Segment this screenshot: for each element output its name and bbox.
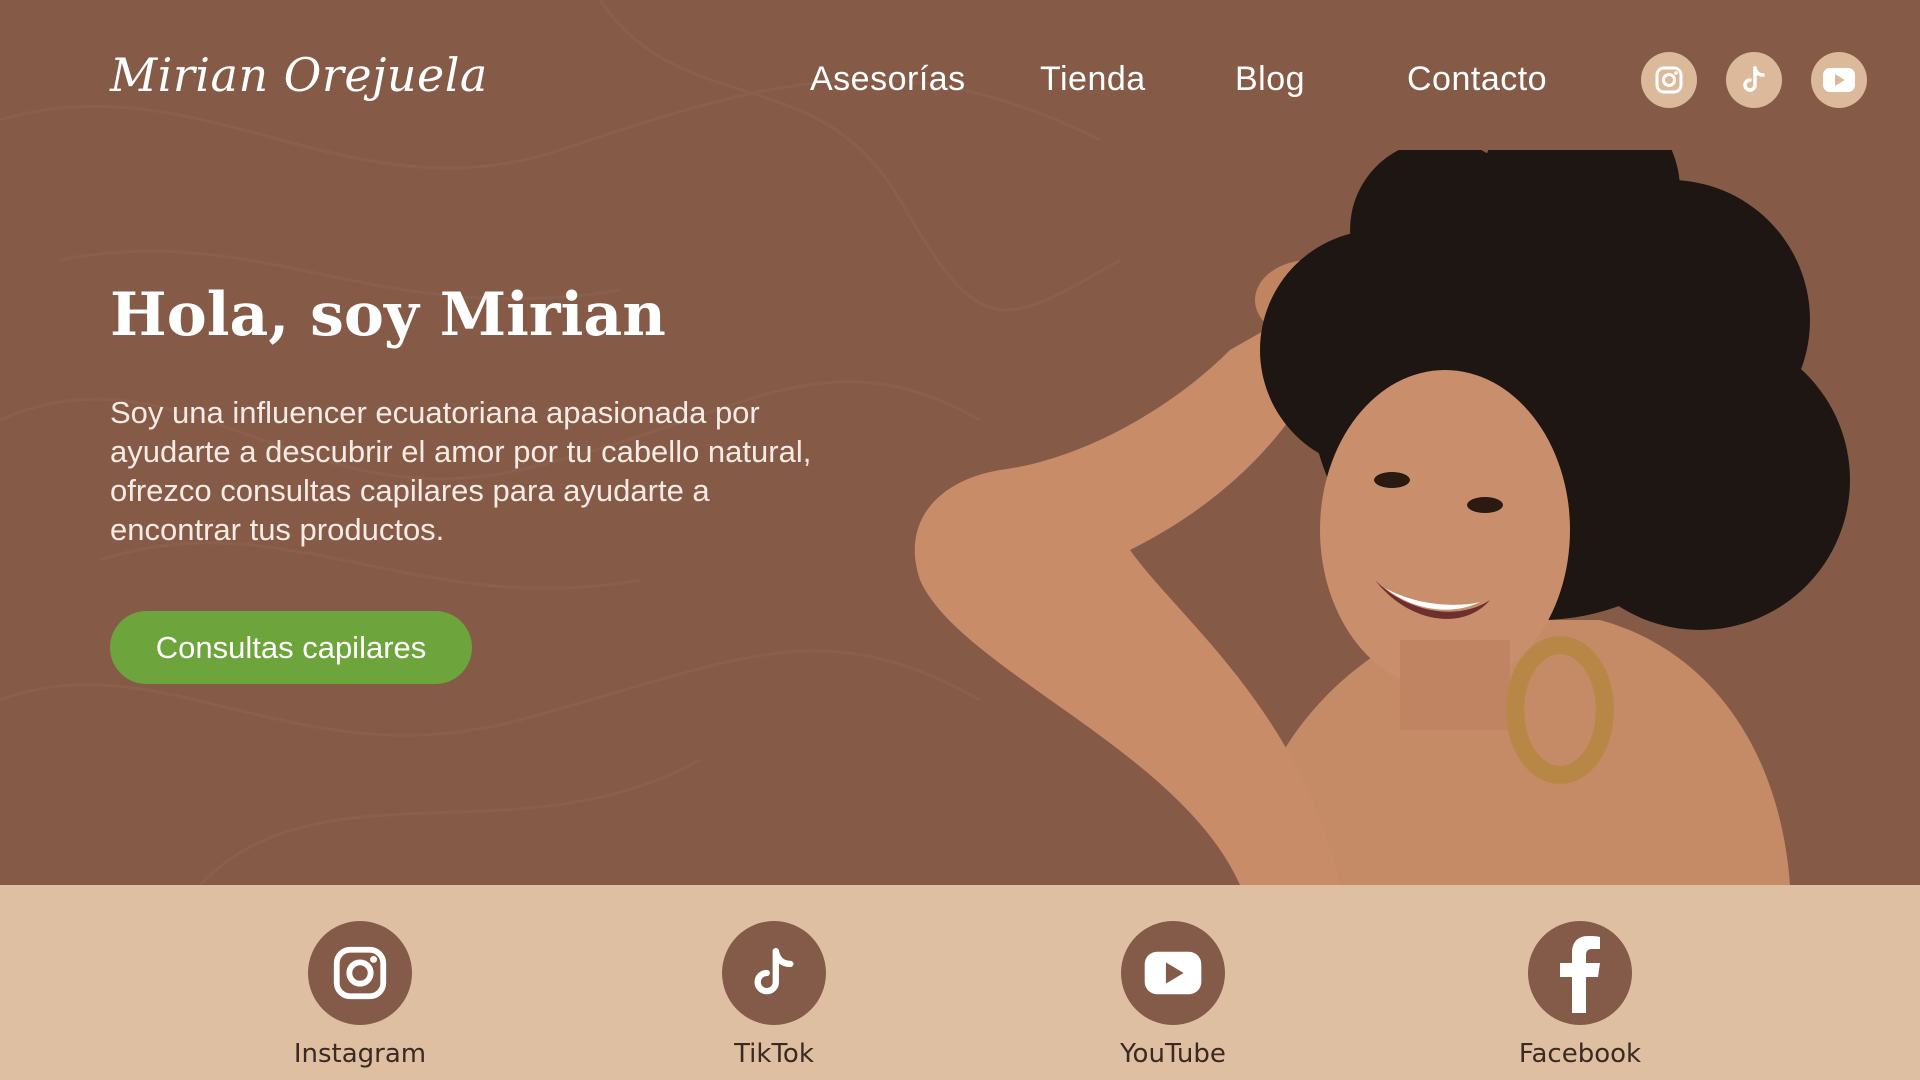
- header-youtube-button[interactable]: [1811, 52, 1867, 108]
- nav-link-asesorias[interactable]: Asesorías: [810, 60, 966, 99]
- instagram-icon: [333, 946, 387, 1000]
- instagram-circle: [308, 921, 412, 1025]
- youtube-icon: [1823, 68, 1855, 92]
- nav-link-contacto[interactable]: Contacto: [1407, 60, 1547, 99]
- header-instagram-button[interactable]: [1641, 52, 1697, 108]
- portrait-image: [914, 150, 1850, 885]
- nav-link-blog[interactable]: Blog: [1235, 60, 1305, 99]
- youtube-circle: [1121, 921, 1225, 1025]
- hero-title: Hola, soy Mirian: [110, 280, 666, 350]
- social-link-instagram[interactable]: Instagram: [260, 885, 460, 1080]
- facebook-circle: [1528, 921, 1632, 1025]
- social-link-youtube[interactable]: YouTube: [1073, 885, 1273, 1080]
- instagram-icon: [1655, 66, 1683, 94]
- social-link-tiktok[interactable]: TikTok: [674, 885, 874, 1080]
- tiktok-circle: [722, 921, 826, 1025]
- social-label-instagram: Instagram: [293, 1039, 427, 1069]
- brand-logo[interactable]: Mirian Orejuela: [110, 48, 488, 102]
- social-label-tiktok: TikTok: [734, 1039, 814, 1069]
- hero-section: Mirian Orejuela Asesorías Tienda Blog Co…: [0, 0, 1920, 885]
- social-label-youtube: YouTube: [1120, 1039, 1226, 1069]
- social-links-bar: Instagram TikTok YouTube Facebook: [0, 885, 1920, 1080]
- tiktok-icon: [1743, 66, 1765, 92]
- consultas-capilares-button[interactable]: Consultas capilares: [110, 611, 472, 684]
- hero-description: Soy una influencer ecuatoriana apasionad…: [110, 395, 812, 547]
- youtube-icon: [1144, 951, 1202, 995]
- page: Mirian Orejuela Asesorías Tienda Blog Co…: [0, 0, 1920, 1080]
- social-link-facebook[interactable]: Facebook: [1480, 885, 1680, 1080]
- nav-link-tienda[interactable]: Tienda: [1040, 60, 1146, 99]
- social-label-facebook: Facebook: [1518, 1039, 1642, 1069]
- facebook-icon: [1560, 936, 1600, 1013]
- tiktok-icon: [754, 948, 794, 995]
- header-tiktok-button[interactable]: [1726, 52, 1782, 108]
